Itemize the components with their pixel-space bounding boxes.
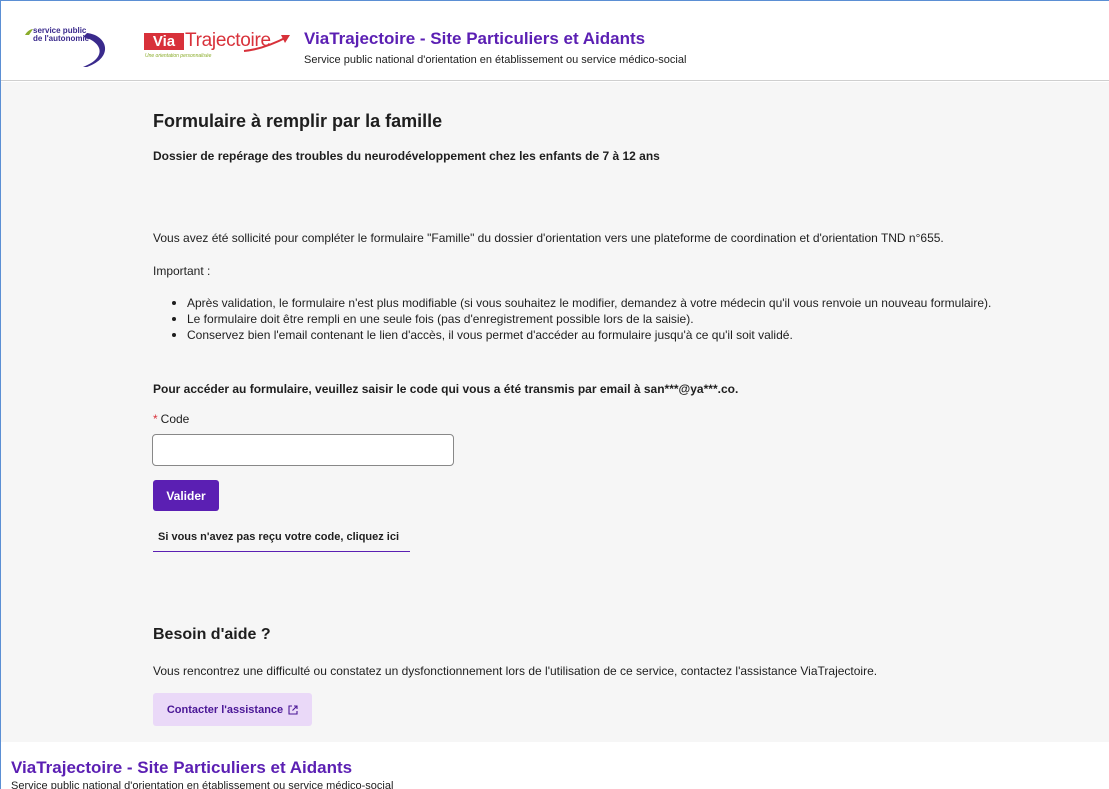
header-title: ViaTrajectoire - Site Particuliers et Ai…	[304, 29, 646, 48]
list-item: Le formulaire doit être rempli en une se…	[171, 311, 991, 327]
resend-code-link[interactable]: Si vous n'avez pas reçu votre code, cliq…	[153, 524, 410, 552]
list-item: Après validation, le formulaire n'est pl…	[171, 295, 991, 311]
code-label: * Code	[153, 412, 189, 426]
logo-arrow-icon	[243, 35, 290, 52]
service-public-logo[interactable]: service public de l'autonomie	[23, 27, 119, 67]
list-item: Conservez bien l'email contenant le lien…	[171, 327, 991, 343]
important-label: Important :	[153, 264, 211, 278]
validate-button[interactable]: Valider	[153, 480, 219, 511]
site-header: service public de l'autonomie Via Trajec…	[1, 1, 1109, 81]
main-content: Formulaire à remplir par la famille Doss…	[1, 82, 1109, 742]
important-list: Après validation, le formulaire n'est pl…	[171, 295, 991, 343]
page-title: Formulaire à remplir par la famille	[153, 111, 443, 131]
external-link-icon	[288, 704, 298, 715]
header-subtitle: Service public national d'orientation en…	[304, 54, 687, 66]
help-title: Besoin d'aide ?	[153, 626, 271, 643]
help-text: Vous rencontrez une difficulté ou consta…	[153, 664, 878, 678]
footer-title: ViaTrajectoire - Site Particuliers et Ai…	[11, 758, 353, 777]
logo-tagline: Une orientation personnalisée	[145, 53, 212, 59]
code-input[interactable]	[152, 434, 454, 466]
page-subtitle: Dossier de repérage des troubles du neur…	[153, 149, 660, 163]
site-footer: ViaTrajectoire - Site Particuliers et Ai…	[1, 742, 1109, 789]
contact-assistance-button[interactable]: Contacter l'assistance	[153, 693, 312, 726]
service-public-logo-text: service public de l'autonomie	[33, 26, 90, 43]
code-label-text: Code	[160, 412, 190, 426]
access-instructions: Pour accéder au formulaire, veuillez sai…	[153, 382, 739, 396]
required-asterisk: *	[153, 412, 158, 426]
intro-text: Vous avez été sollicité pour compléter l…	[153, 231, 944, 245]
viatrajectoire-logo[interactable]: Via Trajectoire Une orientation personna…	[144, 29, 292, 65]
footer-subtitle: Service public national d'orientation en…	[11, 780, 394, 789]
contact-assistance-label: Contacter l'assistance	[166, 703, 284, 716]
